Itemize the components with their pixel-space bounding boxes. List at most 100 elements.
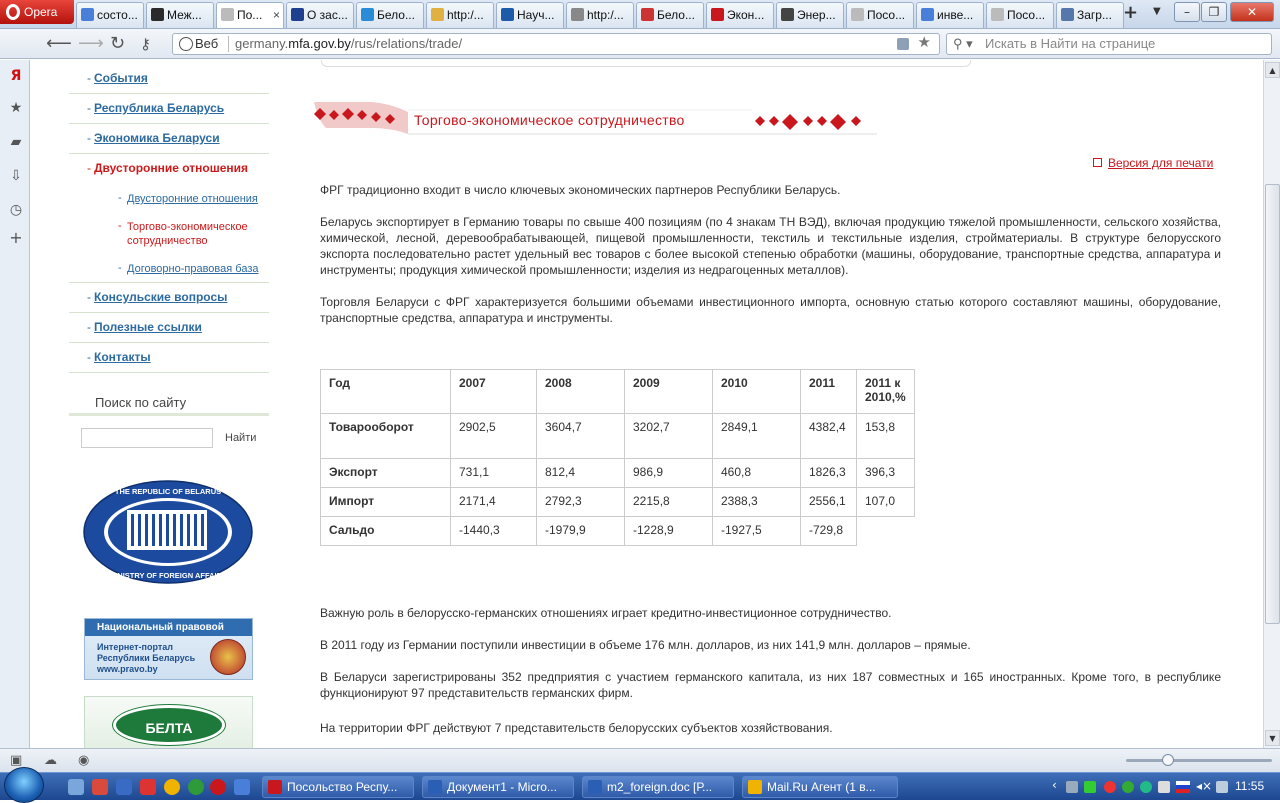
tab-favicon-icon [711,8,724,21]
zoom-slider[interactable] [1126,754,1272,766]
start-button[interactable] [4,767,44,803]
menu-item-consular[interactable]: Консульские вопросы [69,283,269,313]
key-icon[interactable]: ⚷ [140,35,151,53]
quicklaunch-pdf-icon[interactable] [140,779,156,795]
site-search-button[interactable]: Найти [225,432,256,444]
tab-close-icon[interactable]: × [273,3,280,27]
quicklaunch-warning-icon[interactable] [164,779,180,795]
new-tab-button[interactable]: + [1123,2,1138,23]
icq-icon[interactable] [1122,781,1134,793]
tab-favicon-icon [991,8,1004,21]
pravo-banner[interactable]: Национальный правовой Интернет-портал Ре… [84,618,253,680]
site-search-input[interactable] [81,428,213,448]
vertical-scrollbar[interactable]: ▲ ▼ [1263,60,1280,748]
save-disk-icon[interactable] [116,779,132,795]
submenu-item-legal-base[interactable]: Договорно-правовая база [69,254,269,283]
menu-item-links[interactable]: Полезные ссылки [69,313,269,343]
taskbar-clock[interactable]: 11:55 [1235,779,1264,793]
reload-icon[interactable]: ↻ [110,33,125,54]
browser-tab[interactable]: Бело... [636,2,704,28]
tab-favicon-icon [641,8,654,21]
opera-menu-button[interactable]: Opera [0,0,74,24]
panel-toggle-icon[interactable]: ▣ [10,753,22,768]
browser-tab[interactable]: О зас... [286,2,354,28]
antivirus-icon[interactable] [1104,781,1116,793]
quicklaunch-folder-icon[interactable] [234,779,250,795]
menu-item-events[interactable]: События [69,64,269,94]
browser-tab[interactable]: Экон... [706,2,774,28]
close-window-button[interactable]: ✕ [1230,2,1274,22]
show-desktop-icon[interactable] [68,779,84,795]
submenu-item-bilateral[interactable]: Двусторонние отношения [69,184,269,212]
table-row-label: Экспорт [320,458,451,488]
browser-tab[interactable]: Загр... [1056,2,1124,28]
tab-label: Экон... [727,8,765,22]
speed-dial-icon[interactable]: ◉ [78,753,89,768]
emblem-bottom-text: MINISTRY OF FOREIGN AFFAIRS [109,571,227,580]
browser-tab[interactable]: Науч... [496,2,564,28]
print-version-link[interactable]: Версия для печати [1093,156,1213,170]
notes-icon[interactable]: ▰ [8,134,24,150]
tab-list-chevron-icon[interactable]: ▼ [1153,6,1161,17]
opera-taskbar-icon[interactable] [210,779,226,795]
browser-tab[interactable]: инве... [916,2,984,28]
tools-icon[interactable] [1158,781,1170,793]
browser-tab[interactable]: http:/... [566,2,634,28]
taskbar-window-button[interactable]: Документ1 - Micro... [422,776,574,798]
downloads-icon[interactable]: ⇩ [8,168,24,184]
browser-tab[interactable]: состо... [76,2,144,28]
update-icon[interactable] [1140,781,1152,793]
signal-icon[interactable] [1084,781,1096,793]
ministry-emblem-logo[interactable]: THE REPUBLIC OF BELARUS MINISTRY OF FORE… [83,480,253,584]
taskbar-window-button[interactable]: Посольство Респу... [262,776,414,798]
paragraph-2: Беларусь экспортирует в Германию товары … [320,215,1221,277]
menu-item-republic[interactable]: Республика Беларусь [69,94,269,124]
turbo-cloud-icon[interactable]: ☁ [44,753,57,768]
browser-tab[interactable]: Бело... [356,2,424,28]
search-field[interactable]: ⚲ ▾ Искать в Найти на странице [946,33,1272,55]
address-bar[interactable]: Веб germany.mfa.gov.by/rus/relations/tra… [172,33,940,55]
browser-tab[interactable]: Посо... [846,2,914,28]
browser-tab[interactable]: http:/... [426,2,494,28]
network-icon[interactable] [1066,781,1078,793]
utorrent-icon[interactable] [188,779,204,795]
scroll-up-arrow-icon[interactable]: ▲ [1265,62,1280,78]
tab-bar: Opera состо... Меж... По... × О зас... Бело..… [0,0,1280,29]
forward-arrow-icon[interactable]: ⟶ [78,33,104,54]
menu-item-bilateral[interactable]: Двусторонние отношения [69,154,269,184]
taskbar-window-button[interactable]: Mail.Ru Агент (1 в... [742,776,898,798]
bookmark-star-icon[interactable]: ★ [918,33,931,53]
maximize-button[interactable]: ❐ [1201,2,1227,22]
menu-item-contacts[interactable]: Контакты [69,343,269,373]
language-flag-icon[interactable] [1176,781,1190,793]
browser-tab[interactable]: Посо... [986,2,1054,28]
browser-side-panel: Я ★ ▰ ⇩ ◷ + [0,60,30,748]
browser-tab[interactable]: По... × [216,2,284,28]
quicklaunch-app-icon[interactable] [92,779,108,795]
bookmarks-star-icon[interactable]: ★ [8,100,24,116]
scroll-thumb[interactable] [1265,184,1280,624]
url-text[interactable]: germany.mfa.gov.by/rus/relations/trade/ [235,34,462,54]
minimize-button[interactable]: – [1174,2,1200,22]
volume-icon[interactable]: ◂× [1196,779,1212,793]
tab-label: Меж... [167,8,202,22]
submenu-item-trade[interactable]: Торгово-экономическое сотрудничество [69,212,269,254]
back-arrow-icon[interactable]: ⟵ [46,33,72,54]
menu-item-economy[interactable]: Экономика Беларуси [69,124,269,154]
browser-tab[interactable]: Меж... [146,2,214,28]
browser-tab[interactable]: Энер... [776,2,844,28]
tray-expand-chevron-icon[interactable]: ‹ [1052,778,1057,792]
yandex-icon[interactable]: Я [8,68,24,84]
add-panel-icon[interactable]: + [8,230,24,246]
table-cell: 2902,5 [450,413,537,459]
taskbar-window-button[interactable]: m2_foreign.doc [Р... [582,776,734,798]
search-icon: ⚲ ▾ [953,36,973,51]
history-clock-icon[interactable]: ◷ [8,202,24,218]
belta-banner[interactable]: БЕЛТА [84,696,253,748]
tray-extra-icon[interactable] [1216,781,1228,793]
rss-icon[interactable] [897,38,909,50]
zoom-slider-knob[interactable] [1162,754,1174,766]
table-cell: -1440,3 [450,516,537,546]
web-badge[interactable]: Веб [177,34,218,54]
scroll-down-arrow-icon[interactable]: ▼ [1265,730,1280,746]
